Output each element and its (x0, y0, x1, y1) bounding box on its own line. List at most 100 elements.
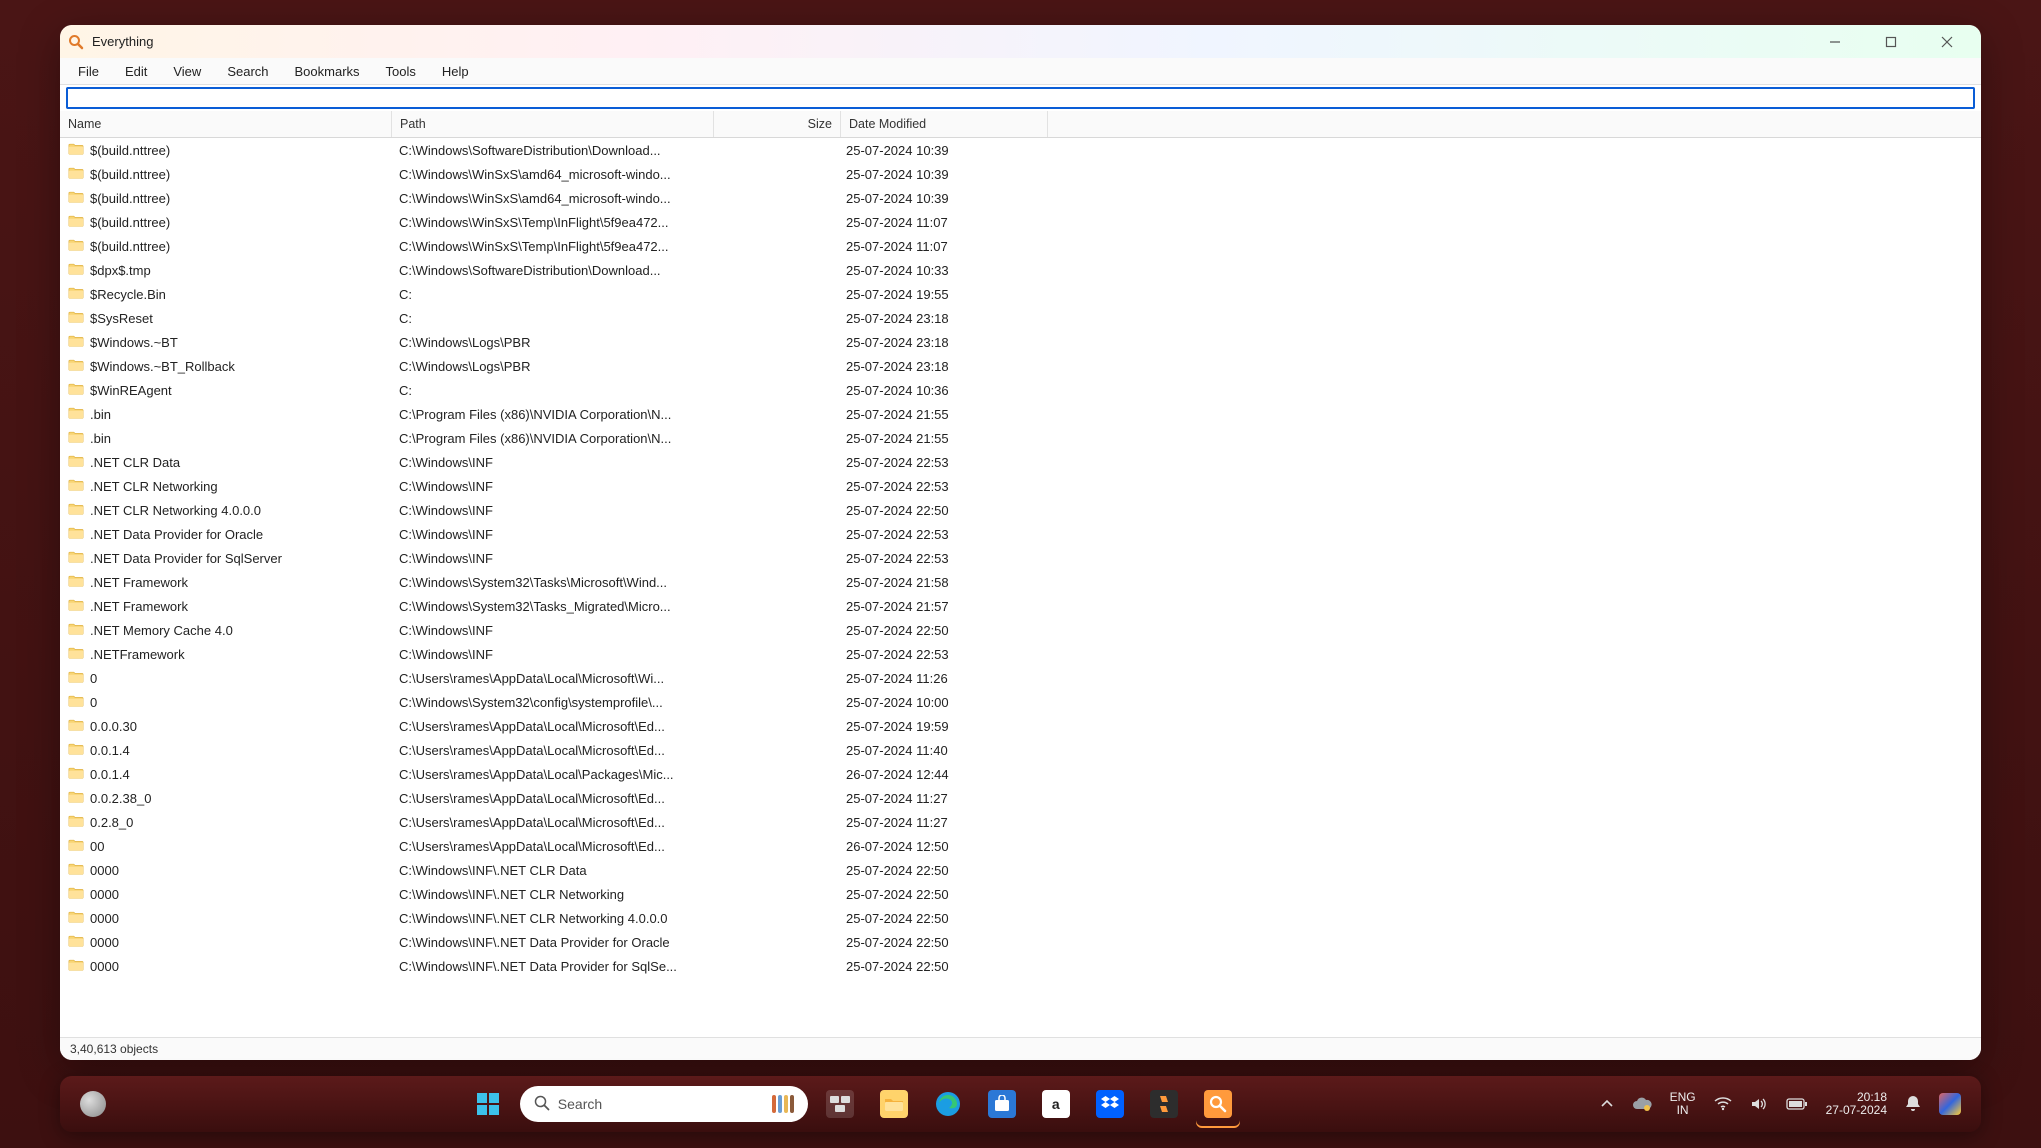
clock[interactable]: 20:18 27-07-2024 (1826, 1091, 1887, 1117)
taskbar-store[interactable] (980, 1082, 1024, 1126)
battery-icon[interactable] (1786, 1098, 1808, 1110)
notifications-icon[interactable] (1905, 1095, 1921, 1113)
table-row[interactable]: $dpx$.tmpC:\Windows\SoftwareDistribution… (60, 258, 1981, 282)
cell-path: C:\Users\rames\AppData\Local\Microsoft\E… (391, 791, 712, 806)
table-row[interactable]: $(build.nttree)C:\Windows\WinSxS\Temp\In… (60, 234, 1981, 258)
cell-name: $Windows.~BT_Rollback (60, 358, 391, 375)
cell-date: 25-07-2024 22:50 (838, 911, 1044, 926)
cell-name: $Recycle.Bin (60, 286, 391, 303)
taskbar-search[interactable]: Search (520, 1086, 808, 1122)
cell-path: C:\Windows\INF\.NET CLR Networking (391, 887, 712, 902)
taskbar-winamp[interactable] (1142, 1082, 1186, 1126)
cell-path: C:\Users\rames\AppData\Local\Microsoft\E… (391, 839, 712, 854)
cell-date: 25-07-2024 21:55 (838, 407, 1044, 422)
minimize-button[interactable] (1807, 25, 1863, 58)
table-row[interactable]: 0.2.8_0C:\Users\rames\AppData\Local\Micr… (60, 810, 1981, 834)
results-list[interactable]: $(build.nttree)C:\Windows\SoftwareDistri… (60, 138, 1981, 1037)
cell-date: 25-07-2024 10:39 (838, 143, 1044, 158)
taskbar-dropbox[interactable] (1088, 1082, 1132, 1126)
table-row[interactable]: $Windows.~BTC:\Windows\Logs\PBR25-07-202… (60, 330, 1981, 354)
table-row[interactable]: .NET FrameworkC:\Windows\System32\Tasks_… (60, 594, 1981, 618)
titlebar[interactable]: Everything (60, 25, 1981, 58)
taskbar-file-explorer[interactable] (872, 1082, 916, 1126)
taskbar-amazon[interactable]: a (1034, 1082, 1078, 1126)
table-row[interactable]: 0.0.0.30C:\Users\rames\AppData\Local\Mic… (60, 714, 1981, 738)
taskbar-everything[interactable] (1196, 1082, 1240, 1126)
table-row[interactable]: .binC:\Program Files (x86)\NVIDIA Corpor… (60, 402, 1981, 426)
cell-date: 25-07-2024 22:50 (838, 503, 1044, 518)
table-row[interactable]: 0.0.1.4C:\Users\rames\AppData\Local\Micr… (60, 738, 1981, 762)
column-header-date[interactable]: Date Modified (841, 111, 1048, 137)
column-header-path[interactable]: Path (392, 111, 714, 137)
table-row[interactable]: 0000C:\Windows\INF\.NET Data Provider fo… (60, 930, 1981, 954)
table-row[interactable]: 0C:\Users\rames\AppData\Local\Microsoft\… (60, 666, 1981, 690)
weather-widget[interactable] (80, 1091, 106, 1117)
task-view-button[interactable] (818, 1082, 862, 1126)
table-row[interactable]: $(build.nttree)C:\Windows\WinSxS\amd64_m… (60, 186, 1981, 210)
start-button[interactable] (466, 1082, 510, 1126)
table-row[interactable]: .NET FrameworkC:\Windows\System32\Tasks\… (60, 570, 1981, 594)
search-input[interactable] (66, 87, 1975, 109)
language-indicator[interactable]: ENG IN (1670, 1091, 1696, 1117)
table-row[interactable]: 0C:\Windows\System32\config\systemprofil… (60, 690, 1981, 714)
cell-name: 0000 (60, 886, 391, 903)
cell-date: 25-07-2024 11:27 (838, 815, 1044, 830)
cell-date: 25-07-2024 21:58 (838, 575, 1044, 590)
table-row[interactable]: 0000C:\Windows\INF\.NET Data Provider fo… (60, 954, 1981, 978)
table-row[interactable]: $SysResetC:25-07-2024 23:18 (60, 306, 1981, 330)
menu-help[interactable]: Help (430, 61, 481, 82)
menu-bookmarks[interactable]: Bookmarks (283, 61, 372, 82)
table-row[interactable]: .binC:\Program Files (x86)\NVIDIA Corpor… (60, 426, 1981, 450)
table-row[interactable]: 0000C:\Windows\INF\.NET CLR Data25-07-20… (60, 858, 1981, 882)
column-header-size[interactable]: Size (714, 111, 841, 137)
table-row[interactable]: .NET Data Provider for OracleC:\Windows\… (60, 522, 1981, 546)
folder-icon (68, 214, 84, 231)
cell-name: .NET Memory Cache 4.0 (60, 622, 391, 639)
maximize-button[interactable] (1863, 25, 1919, 58)
folder-icon (68, 790, 84, 807)
table-row[interactable]: $(build.nttree)C:\Windows\SoftwareDistri… (60, 138, 1981, 162)
cell-name: 0.0.1.4 (60, 742, 391, 759)
table-row[interactable]: .NET Data Provider for SqlServerC:\Windo… (60, 546, 1981, 570)
taskbar-edge[interactable] (926, 1082, 970, 1126)
tray-chevron-up-icon[interactable] (1600, 1097, 1614, 1111)
cell-name: .NET Data Provider for SqlServer (60, 550, 391, 567)
folder-icon (68, 910, 84, 927)
table-row[interactable]: 0.0.2.38_0C:\Users\rames\AppData\Local\M… (60, 786, 1981, 810)
tray-app-icon[interactable] (1939, 1093, 1961, 1115)
wifi-icon[interactable] (1714, 1097, 1732, 1111)
cell-date: 25-07-2024 22:53 (838, 551, 1044, 566)
menu-file[interactable]: File (66, 61, 111, 82)
table-row[interactable]: 00C:\Users\rames\AppData\Local\Microsoft… (60, 834, 1981, 858)
cell-path: C:\Windows\INF (391, 455, 712, 470)
table-row[interactable]: .NET CLR Networking 4.0.0.0C:\Windows\IN… (60, 498, 1981, 522)
cell-path: C: (391, 383, 712, 398)
cell-path: C:\Windows\SoftwareDistribution\Download… (391, 263, 712, 278)
table-row[interactable]: $Recycle.BinC:25-07-2024 19:55 (60, 282, 1981, 306)
cell-name: .NET CLR Networking (60, 478, 391, 495)
table-row[interactable]: $(build.nttree)C:\Windows\WinSxS\amd64_m… (60, 162, 1981, 186)
cell-name: 0000 (60, 958, 391, 975)
table-row[interactable]: $WinREAgentC:25-07-2024 10:36 (60, 378, 1981, 402)
cell-name: 0.0.1.4 (60, 766, 391, 783)
table-row[interactable]: 0000C:\Windows\INF\.NET CLR Networking 4… (60, 906, 1981, 930)
table-row[interactable]: .NET CLR NetworkingC:\Windows\INF25-07-2… (60, 474, 1981, 498)
table-row[interactable]: $(build.nttree)C:\Windows\WinSxS\Temp\In… (60, 210, 1981, 234)
menu-edit[interactable]: Edit (113, 61, 159, 82)
table-row[interactable]: .NET Memory Cache 4.0C:\Windows\INF25-07… (60, 618, 1981, 642)
table-row[interactable]: 0.0.1.4C:\Users\rames\AppData\Local\Pack… (60, 762, 1981, 786)
close-button[interactable] (1919, 25, 1975, 58)
volume-icon[interactable] (1750, 1097, 1768, 1111)
tray-onedrive-icon[interactable] (1632, 1097, 1652, 1111)
cell-path: C:\Windows\INF (391, 623, 712, 638)
table-row[interactable]: $Windows.~BT_RollbackC:\Windows\Logs\PBR… (60, 354, 1981, 378)
menu-search[interactable]: Search (215, 61, 280, 82)
menu-tools[interactable]: Tools (374, 61, 428, 82)
column-header-name[interactable]: Name (60, 111, 392, 137)
cell-name: .NET CLR Networking 4.0.0.0 (60, 502, 391, 519)
table-row[interactable]: 0000C:\Windows\INF\.NET CLR Networking25… (60, 882, 1981, 906)
table-row[interactable]: .NET CLR DataC:\Windows\INF25-07-2024 22… (60, 450, 1981, 474)
menu-view[interactable]: View (161, 61, 213, 82)
cell-name: 0000 (60, 934, 391, 951)
table-row[interactable]: .NETFrameworkC:\Windows\INF25-07-2024 22… (60, 642, 1981, 666)
